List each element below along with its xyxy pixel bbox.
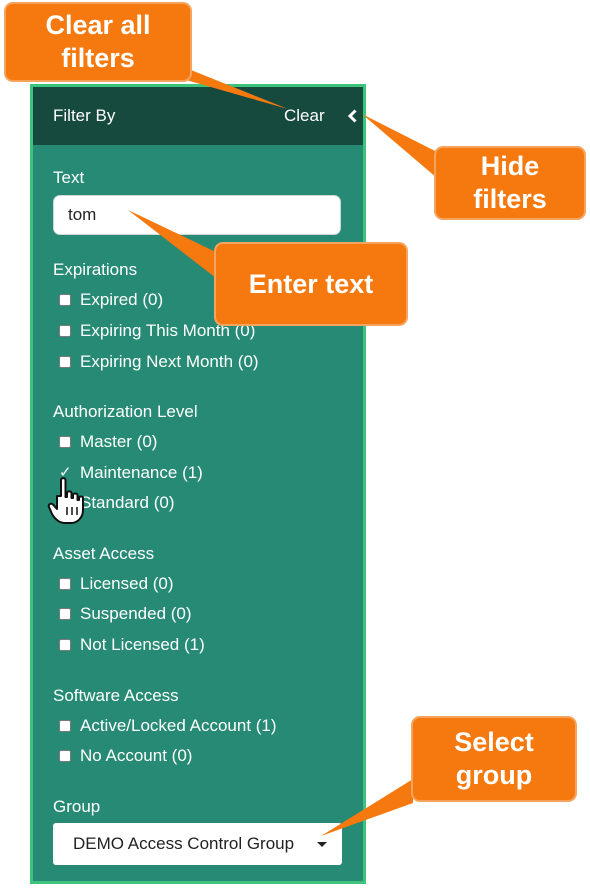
callout-select-group: Select group <box>411 716 577 802</box>
checkbox-row[interactable]: Expired (0) <box>59 289 163 311</box>
section-label-software-access: Software Access <box>53 686 179 705</box>
checkbox[interactable] <box>59 294 71 306</box>
checkbox[interactable] <box>59 356 71 368</box>
checkbox-label[interactable]: No Account (0) <box>80 746 192 766</box>
callout-text: Hide filters <box>473 151 547 214</box>
text-filter-label: Text <box>53 168 85 187</box>
panel-header: Filter By Clear <box>33 87 363 145</box>
checkbox-label[interactable]: Suspended (0) <box>80 604 192 624</box>
checkbox[interactable] <box>59 720 71 732</box>
checkbox-label[interactable]: Master (0) <box>80 432 157 452</box>
callout-hide-filters: Hide filters <box>434 146 586 220</box>
section-label-asset-access: Asset Access <box>53 544 155 563</box>
hand-pointer-icon <box>47 477 84 524</box>
callout-clear-all-filters: Clear all filters <box>4 2 192 82</box>
checkbox-label[interactable]: Expired (0) <box>80 290 163 310</box>
checkbox-label[interactable]: Maintenance (1) <box>80 463 203 483</box>
callout-text: Select group <box>454 727 534 790</box>
caret-down-icon[interactable] <box>317 842 327 847</box>
group-select-value[interactable]: DEMO Access Control Group <box>73 834 301 854</box>
checkbox[interactable] <box>59 750 71 762</box>
checkbox-row[interactable]: Master (0) <box>59 431 157 453</box>
checkbox[interactable] <box>59 578 71 590</box>
checkbox-label[interactable]: Active/Locked Account (1) <box>80 716 277 736</box>
checkbox[interactable] <box>59 639 71 651</box>
callout-text: Clear all filters <box>45 10 151 73</box>
checkbox[interactable] <box>59 436 71 448</box>
checkbox-label[interactable]: Expiring Next Month (0) <box>80 352 259 372</box>
clear-filters-link[interactable]: Clear <box>284 106 325 126</box>
pointer-hide-filters <box>362 114 437 178</box>
panel-title: Filter By <box>53 106 116 125</box>
text-filter-input[interactable] <box>53 195 341 235</box>
chevron-left-icon[interactable] <box>346 109 360 123</box>
checkbox[interactable] <box>59 608 71 620</box>
section-label-expirations: Expirations <box>53 260 138 279</box>
checkbox[interactable] <box>59 325 71 337</box>
checkbox-row[interactable]: Active/Locked Account (1) <box>59 715 277 737</box>
checkbox-row[interactable]: No Account (0) <box>59 745 192 767</box>
section-label-group: Group <box>53 797 101 816</box>
callout-text: Enter text <box>248 268 374 299</box>
checkbox-label[interactable]: Standard (0) <box>80 493 175 513</box>
callout-enter-text: Enter text <box>214 242 408 326</box>
checkbox-row[interactable]: Suspended (0) <box>59 603 192 625</box>
checkbox-row[interactable]: Expiring Next Month (0) <box>59 351 259 373</box>
checkbox-row[interactable]: Licensed (0) <box>59 573 174 595</box>
section-label-authorization-level: Authorization Level <box>53 402 198 421</box>
checkbox-row[interactable]: Not Licensed (1) <box>59 634 205 656</box>
group-select[interactable]: DEMO Access Control Group <box>53 823 342 865</box>
checkbox-label[interactable]: Licensed (0) <box>80 574 174 594</box>
checkbox-label[interactable]: Not Licensed (1) <box>80 635 205 655</box>
